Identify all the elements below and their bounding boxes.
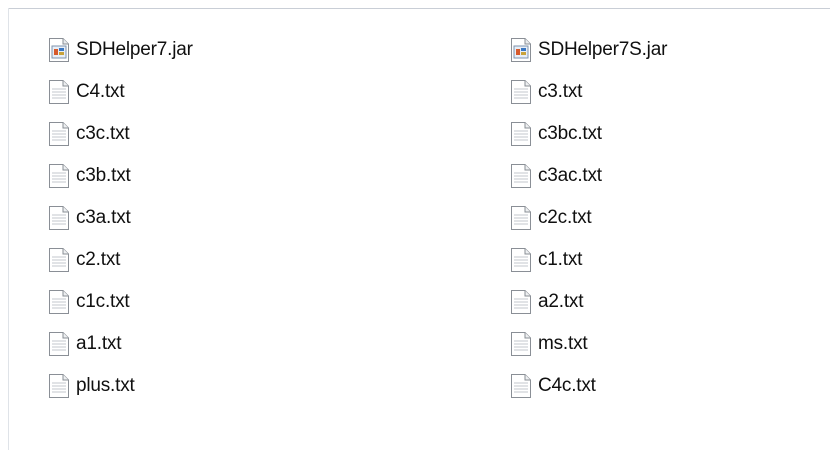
file-name: c1.txt [538, 249, 583, 270]
file-name: a2.txt [538, 291, 584, 312]
text-file-icon [49, 206, 69, 230]
file-item[interactable]: SDHelper7.jar [48, 29, 193, 71]
text-file-icon [49, 122, 69, 146]
text-file-icon [49, 290, 69, 314]
file-item[interactable]: c1c.txt [48, 281, 193, 323]
text-file-icon [49, 164, 69, 188]
text-file-icon [511, 80, 531, 104]
file-item[interactable]: plus.txt [48, 365, 193, 407]
file-name: c3a.txt [76, 207, 131, 228]
file-item[interactable]: C4.txt [48, 71, 193, 113]
text-file-icon [511, 122, 531, 146]
file-name: c2.txt [76, 249, 121, 270]
file-item[interactable]: c3a.txt [48, 197, 193, 239]
file-column-right: SDHelper7S.jar c3.txt c3bc.txt c3ac.txt … [510, 29, 667, 407]
text-file-icon [511, 332, 531, 356]
file-item[interactable]: c3b.txt [48, 155, 193, 197]
file-name: c3ac.txt [538, 165, 602, 186]
text-file-icon [49, 80, 69, 104]
text-file-icon [49, 374, 69, 398]
file-item[interactable]: c3ac.txt [510, 155, 667, 197]
file-name: plus.txt [76, 375, 135, 396]
text-file-icon [511, 164, 531, 188]
file-item[interactable]: c2.txt [48, 239, 193, 281]
file-item[interactable]: c2c.txt [510, 197, 667, 239]
file-item[interactable]: C4c.txt [510, 365, 667, 407]
file-name: c3bc.txt [538, 123, 602, 144]
file-name: ms.txt [538, 333, 588, 354]
text-file-icon [511, 248, 531, 272]
file-name: c3b.txt [76, 165, 131, 186]
file-name: a1.txt [76, 333, 122, 354]
text-file-icon [511, 206, 531, 230]
jar-file-icon [511, 38, 531, 62]
file-item[interactable]: c3.txt [510, 71, 667, 113]
file-column-left: SDHelper7.jar C4.txt c3c.txt c3b.txt c3a… [48, 29, 193, 407]
file-name: c1c.txt [76, 291, 130, 312]
file-item[interactable]: a1.txt [48, 323, 193, 365]
text-file-icon [49, 248, 69, 272]
jar-file-icon [49, 38, 69, 62]
file-item[interactable]: c1.txt [510, 239, 667, 281]
explorer-file-pane: SDHelper7.jar C4.txt c3c.txt c3b.txt c3a… [0, 0, 830, 450]
file-item[interactable]: c3bc.txt [510, 113, 667, 155]
file-name: c3c.txt [76, 123, 130, 144]
file-item[interactable]: SDHelper7S.jar [510, 29, 667, 71]
file-name: c2c.txt [538, 207, 592, 228]
text-file-icon [49, 332, 69, 356]
file-name: SDHelper7S.jar [538, 39, 668, 60]
file-name: SDHelper7.jar [76, 39, 193, 60]
text-file-icon [511, 290, 531, 314]
file-item[interactable]: c3c.txt [48, 113, 193, 155]
file-name: C4.txt [76, 81, 125, 102]
file-name: c3.txt [538, 81, 583, 102]
pane-left-border [8, 8, 9, 450]
text-file-icon [511, 374, 531, 398]
file-name: C4c.txt [538, 375, 596, 396]
file-item[interactable]: ms.txt [510, 323, 667, 365]
pane-top-border [8, 8, 830, 9]
file-item[interactable]: a2.txt [510, 281, 667, 323]
